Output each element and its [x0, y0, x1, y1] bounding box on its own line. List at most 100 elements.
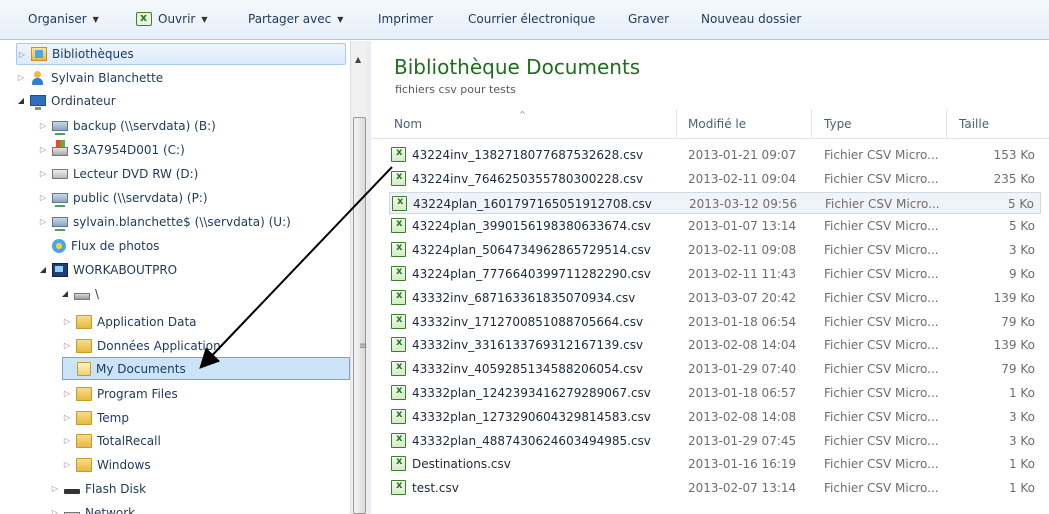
nav-item-label: Données Application: [97, 338, 221, 353]
column-header-size[interactable]: Taille: [959, 117, 989, 131]
nav-item-drive-b[interactable]: ▷ backup (\\servdata) (B:): [38, 114, 216, 137]
file-row[interactable]: 43224inv_7646250355780300228.csv 2013-02-…: [389, 168, 1041, 190]
file-row[interactable]: 43224inv_1382718077687532628.csv 2013-01-…: [389, 144, 1041, 166]
network-drive-icon: [52, 216, 68, 231]
file-row[interactable]: Destinations.csv 2013-01-16 16:19 Fichier …: [389, 453, 1041, 475]
flash-disk-icon: [64, 489, 80, 494]
network-drive-icon: [52, 192, 68, 207]
file-row[interactable]: 43224plan_7776640399711282290.csv 2013-02…: [389, 263, 1041, 285]
email-label: Courrier électronique: [468, 12, 596, 26]
nav-item-drive-p[interactable]: ▷ public (\\servdata) (P:): [38, 186, 208, 209]
collapse-arrow-icon[interactable]: ◢: [60, 289, 70, 298]
nav-item-my-documents[interactable]: My Documents: [62, 357, 350, 380]
expand-arrow-icon[interactable]: ▷: [38, 193, 48, 202]
column-divider[interactable]: [676, 109, 677, 139]
column-header-name[interactable]: Nom: [394, 117, 422, 131]
collapse-arrow-icon[interactable]: ◢: [38, 265, 48, 274]
file-modified: 2013-01-07 13:14: [688, 219, 797, 234]
nav-item-label: S3A7954D001 (C:): [73, 142, 185, 157]
file-row[interactable]: 43332inv_3316133769312167139.csv 2013-02-…: [389, 334, 1041, 356]
expand-arrow-icon[interactable]: ▷: [62, 436, 72, 445]
scroll-up-arrow-icon[interactable]: ▲: [355, 55, 361, 64]
column-divider[interactable]: [946, 109, 947, 139]
file-modified: 2013-01-29 07:45: [688, 433, 797, 448]
file-row[interactable]: 43224plan_5064734962865729514.csv 2013-02…: [389, 239, 1041, 261]
nav-item-flash-disk[interactable]: ▷ Flash Disk: [50, 477, 146, 500]
nav-scrollbar[interactable]: ▲: [350, 41, 367, 514]
expand-arrow-icon[interactable]: ▷: [38, 169, 48, 178]
scrollbar-thumb[interactable]: [353, 117, 366, 514]
nav-item-computer[interactable]: ◢ Ordinateur: [16, 89, 116, 112]
open-menu-button[interactable]: Ouvrir ▼: [136, 11, 208, 26]
nav-item-label: TotalRecall: [97, 433, 161, 448]
file-row[interactable]: 43224plan_3990156198380633674.csv 2013-01…: [389, 215, 1041, 237]
share-menu-button[interactable]: Partager avec ▼: [248, 12, 343, 26]
expand-arrow-icon[interactable]: ▷: [17, 50, 27, 59]
file-type: Fichier CSV Micro...: [824, 386, 939, 400]
library-subtitle: fichiers csv pour tests: [395, 83, 516, 96]
file-row[interactable]: 43332plan_4887430624603494985.csv 2013-01…: [389, 430, 1041, 452]
expand-arrow-icon[interactable]: ▷: [62, 413, 72, 422]
nav-item-drive-u[interactable]: ▷ sylvain.blanchette$ (\\servdata) (U:): [38, 210, 291, 233]
nav-item-drive-c[interactable]: ▷ S3A7954D001 (C:): [38, 138, 185, 161]
expand-arrow-icon[interactable]: ▷: [38, 121, 48, 130]
burn-button[interactable]: Graver: [628, 12, 669, 26]
nav-item-application-data[interactable]: ▷ Application Data: [62, 310, 197, 333]
csv-file-icon: [391, 218, 406, 234]
nav-item-libraries[interactable]: ▷ Bibliothèques: [16, 43, 346, 65]
column-header-type[interactable]: Type: [824, 117, 852, 131]
expand-arrow-icon[interactable]: ▷: [62, 317, 72, 326]
nav-item-workaboutpro[interactable]: ◢ WORKABOUTPRO: [38, 258, 177, 281]
expand-arrow-icon[interactable]: ▷: [62, 341, 72, 350]
file-name: 43332plan_4887430624603494985.csv: [412, 433, 651, 448]
nav-item-drive-d[interactable]: ▷ Lecteur DVD RW (D:): [38, 162, 198, 185]
file-type: Fichier CSV Micro...: [824, 243, 939, 258]
csv-file-icon: [391, 408, 406, 424]
nav-item-root[interactable]: ◢ \: [60, 282, 99, 305]
nav-item-label: Program Files: [97, 386, 178, 401]
nav-item-network[interactable]: ▷ Network: [50, 501, 135, 514]
nav-item-user[interactable]: ▷ Sylvain Blanchette: [16, 66, 163, 89]
expand-arrow-icon[interactable]: ▷: [38, 217, 48, 226]
print-button[interactable]: Imprimer: [378, 12, 433, 26]
expand-arrow-icon[interactable]: ▷: [50, 484, 60, 493]
expand-arrow-icon[interactable]: ▷: [50, 508, 60, 514]
file-modified: 2013-01-18 06:57: [688, 386, 797, 400]
expand-arrow-icon[interactable]: ▷: [62, 389, 72, 398]
expand-arrow-icon[interactable]: ▷: [16, 73, 26, 82]
file-row[interactable]: 43332inv_1712700851088705664.csv 2013-01-…: [389, 311, 1041, 333]
file-row[interactable]: 43224plan_1601797165051912708.csv 2013-03…: [389, 191, 1041, 214]
nav-item-donnees-application[interactable]: ▷ Données Application: [62, 334, 221, 357]
excel-icon: [136, 11, 152, 26]
nav-item-totalrecall[interactable]: ▷ TotalRecall: [62, 429, 161, 452]
collapse-arrow-icon[interactable]: ◢: [16, 96, 26, 105]
nav-item-label: sylvain.blanchette$ (\\servdata) (U:): [73, 214, 291, 229]
file-type: Fichier CSV Micro...: [824, 171, 939, 186]
column-header-modified[interactable]: Modifié le: [688, 117, 746, 131]
column-divider[interactable]: [811, 109, 812, 139]
file-type: Fichier CSV Micro...: [824, 290, 939, 305]
file-row[interactable]: test.csv 2013-02-07 13:14 Fichier CSV Micr…: [389, 477, 1041, 499]
email-button[interactable]: Courrier électronique: [468, 12, 595, 26]
file-row[interactable]: 43332inv_4059285134588206054.csv 2013-01-…: [389, 358, 1041, 380]
expand-arrow-icon[interactable]: ▷: [38, 145, 48, 154]
file-name: 43224plan_3990156198380633674.csv: [412, 219, 651, 234]
file-row[interactable]: 43332plan_1242393416279289067.csv 2013-01…: [389, 382, 1041, 404]
nav-item-temp[interactable]: ▷ Temp: [62, 406, 129, 429]
file-modified: 2013-02-11 09:08: [688, 243, 797, 258]
file-size: 3 Ko: [1008, 433, 1035, 448]
nav-item-program-files[interactable]: ▷ Program Files: [62, 382, 178, 405]
file-size: 139 Ko: [993, 290, 1035, 305]
new-folder-button[interactable]: Nouveau dossier: [701, 12, 801, 26]
column-headers: ^ Nom Modifié le Type Taille: [371, 109, 1049, 139]
nav-item-windows[interactable]: ▷ Windows: [62, 453, 151, 476]
nav-item-photo-stream[interactable]: Flux de photos: [38, 234, 159, 257]
file-row[interactable]: 43332inv_687163361835070934.csv 2013-03-0…: [389, 287, 1041, 309]
file-row[interactable]: 43332plan_1273290604329814583.csv 2013-02…: [389, 406, 1041, 428]
organize-menu-button[interactable]: Organiser ▼: [28, 12, 99, 26]
expand-arrow-icon[interactable]: ▷: [62, 460, 72, 469]
nav-item-label: public (\\servdata) (P:): [73, 190, 208, 205]
print-label: Imprimer: [378, 12, 434, 26]
device-icon: [52, 262, 68, 277]
file-size: 79 Ko: [1001, 314, 1035, 329]
